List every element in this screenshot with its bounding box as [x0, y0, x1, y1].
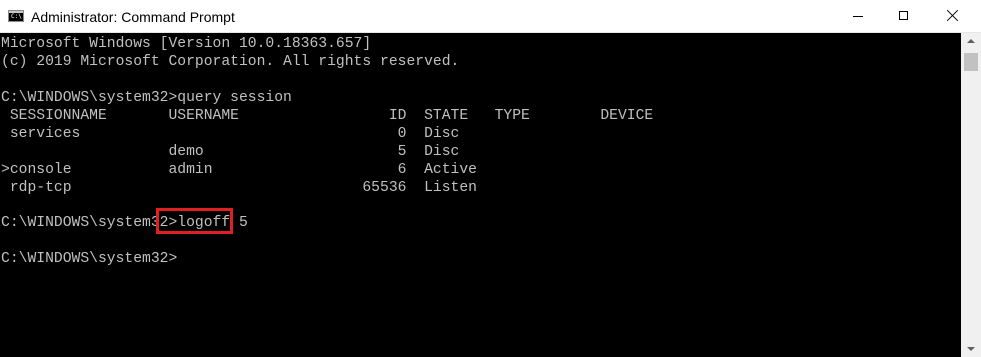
- close-icon: [947, 9, 959, 21]
- scroll-down-icon[interactable]: [961, 340, 981, 357]
- command-highlight-box: [156, 208, 233, 234]
- session-table-header: SESSIONNAME USERNAME ID STATE TYPE DEVIC…: [1, 108, 654, 124]
- maximize-button[interactable]: [881, 0, 927, 32]
- console-line-query-command: C:\WINDOWS\system32>query session: [1, 90, 292, 106]
- minimize-icon: [853, 16, 863, 17]
- console-line-version: Microsoft Windows [Version 10.0.18363.65…: [1, 36, 372, 52]
- session-row: services 0 Disc: [1, 126, 460, 142]
- scroll-up-icon[interactable]: [961, 33, 981, 50]
- vertical-scrollbar[interactable]: [961, 33, 981, 357]
- session-row: >console admin 6 Active: [1, 162, 477, 178]
- console-prompt[interactable]: C:\WINDOWS\system32>: [1, 250, 177, 268]
- window-title: Administrator: Command Prompt: [31, 9, 235, 25]
- app-icon-glyph: C:\: [11, 13, 22, 20]
- console-output[interactable]: Microsoft Windows [Version 10.0.18363.65…: [0, 33, 961, 357]
- session-row: rdp-tcp 65536 Listen: [1, 180, 477, 196]
- scroll-thumb[interactable]: [964, 53, 978, 71]
- maximize-icon: [899, 11, 908, 20]
- session-row: demo 5 Disc: [1, 144, 460, 160]
- close-button[interactable]: [927, 0, 981, 32]
- command-prompt-window: C:\ Administrator: Command Prompt Micros…: [0, 0, 981, 357]
- command-prompt-icon[interactable]: C:\: [8, 10, 24, 22]
- title-bar[interactable]: C:\ Administrator: Command Prompt: [0, 0, 981, 33]
- console-line-copyright: (c) 2019 Microsoft Corporation. All righ…: [1, 54, 460, 70]
- minimize-button[interactable]: [835, 0, 881, 32]
